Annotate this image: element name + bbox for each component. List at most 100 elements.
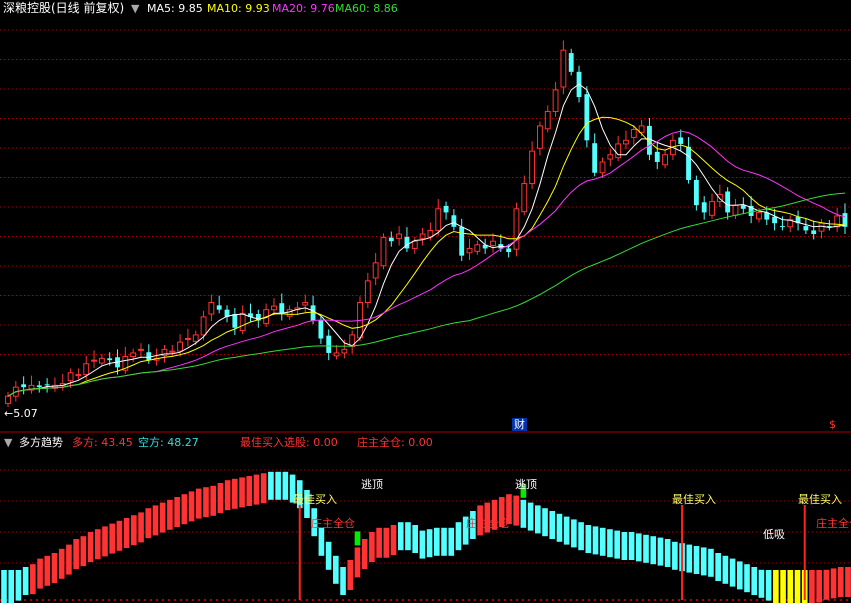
annotation-escape-top-1: 逃顶 (361, 478, 383, 491)
candle-body-up (599, 161, 606, 174)
candle-body-up (75, 374, 82, 377)
trend-bar (607, 529, 613, 558)
trend-bar (217, 483, 224, 513)
trend-bar (174, 497, 180, 527)
candle-body-up (364, 280, 371, 303)
candle-body-up (333, 352, 340, 357)
trend-bar (232, 478, 238, 509)
trend-bar (383, 527, 390, 558)
candle-body-down (443, 205, 449, 213)
trend-bar (635, 533, 642, 562)
annotation-escape-top-2: 逃顶 (515, 478, 537, 491)
candle-body-down (146, 352, 152, 361)
candle-body-down (232, 314, 238, 328)
trend-bar (268, 471, 274, 500)
trend-bar (195, 488, 202, 519)
trend-bar (744, 564, 750, 593)
candle-body-down (506, 248, 512, 253)
indicator-collapse-icon[interactable]: ▼ (4, 436, 12, 449)
annotation-best-buy-2: 最佳买入 (672, 493, 716, 506)
candle-body-up (396, 233, 403, 239)
candle-body-down (701, 202, 707, 213)
candle-body-down (459, 226, 465, 256)
trend-bar (116, 520, 123, 551)
candle-body-up (474, 244, 481, 252)
trend-bar (722, 555, 729, 584)
trend-bar (441, 527, 447, 556)
chart-canvas[interactable] (0, 0, 851, 603)
trend-bar (693, 546, 700, 574)
trend-bar (729, 558, 736, 587)
trend-bar (282, 471, 289, 500)
candle-body-up (192, 334, 199, 342)
indicator-best-buy: 最佳买入选股: 0.00 (240, 436, 338, 449)
candle-body-up (91, 359, 97, 362)
candle-body-down (654, 151, 660, 162)
trend-bar (275, 471, 281, 500)
candle-body-up (419, 233, 426, 239)
trend-bar (22, 567, 29, 595)
annotation-best-buy-1: 最佳买入 (293, 493, 337, 506)
trend-bar (397, 522, 404, 551)
collapse-icon[interactable]: ▼ (131, 2, 139, 15)
annotation-full-position-2: 庄主全仓 (466, 517, 510, 530)
trend-bar (390, 525, 397, 555)
candle-body-down (279, 303, 285, 314)
trend-bar (650, 536, 657, 565)
trend-bar (66, 544, 72, 575)
trend-bar (845, 567, 851, 597)
trend-bar (333, 555, 339, 584)
trend-bar (37, 558, 43, 589)
trend-bar (224, 480, 231, 511)
low-price-value: 5.07 (13, 407, 38, 420)
trend-bar (765, 570, 772, 601)
candle-body-up (184, 338, 191, 341)
candle-body-up (271, 305, 277, 311)
trend-bar (203, 487, 209, 518)
indicator-bear: 空方: 48.27 (138, 436, 199, 449)
candle-body-down (216, 305, 222, 310)
trend-bar (188, 491, 195, 522)
candle-body-up (552, 89, 559, 112)
trend-bar (578, 522, 584, 551)
trend-bar (102, 526, 108, 557)
trend-bar (253, 474, 260, 505)
candle-body-up (537, 125, 543, 149)
trend-bar (318, 527, 325, 556)
annotation-full-position-1: 庄主全仓 (311, 517, 355, 530)
candle-body-down (678, 137, 684, 144)
trend-bar (621, 532, 628, 560)
trend-bar (44, 555, 51, 586)
trend-bar (715, 553, 721, 581)
trend-bar (448, 527, 455, 556)
candle-body-down (592, 143, 598, 173)
trend-bar (527, 502, 534, 531)
trend-bar (809, 570, 815, 603)
annotation-full-position-3: 庄主全仓 (816, 517, 851, 530)
trend-bar (708, 548, 714, 577)
candle-body-down (779, 226, 785, 228)
trend-bar (787, 570, 794, 603)
candle-body-up (286, 309, 293, 317)
trend-bar (830, 568, 837, 599)
trend-bar (672, 541, 678, 570)
trend-bar (780, 570, 786, 603)
candle-body-up (302, 301, 309, 306)
candle-body-up (380, 237, 387, 267)
candle-body-up (615, 143, 622, 159)
candle-body-up (529, 150, 536, 185)
finance-badge[interactable]: 财 (512, 418, 527, 431)
candle-body-up (630, 129, 637, 138)
candle-body-up (435, 208, 442, 231)
candle-body-up (169, 350, 176, 353)
candle-body-down (44, 384, 50, 386)
indicator-name: 多方趋势 (19, 436, 63, 449)
trend-bar (210, 485, 217, 516)
trend-bar (794, 570, 801, 603)
stock-chart-window: 深粮控股(日线 前复权) ▼ MA5: 9.85 MA10: 9.93 MA20… (0, 0, 851, 603)
candle-body-down (803, 226, 809, 231)
escape-top-bar (354, 531, 361, 546)
candle-body-up (83, 363, 90, 376)
dollar-badge[interactable]: $ (829, 418, 836, 431)
candle-body-up (67, 372, 74, 382)
